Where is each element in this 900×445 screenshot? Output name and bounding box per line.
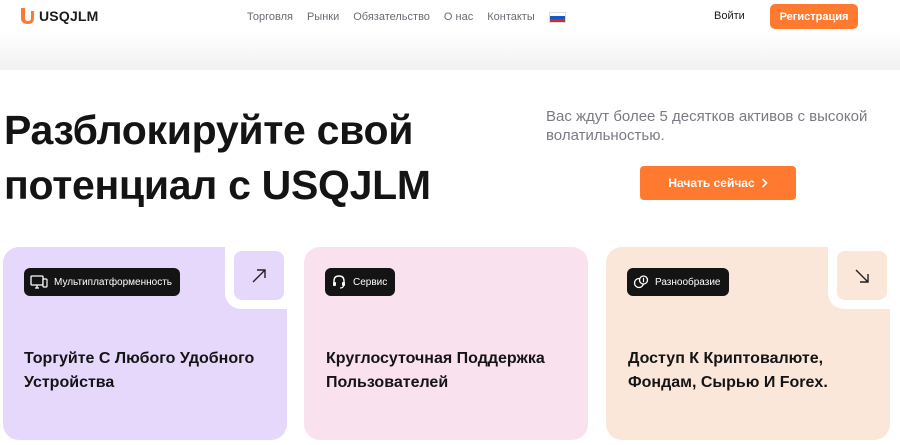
logo-mark-icon xyxy=(21,8,34,24)
top-navigation-bar: USQJLM Торговля Рынки Обязательство О на… xyxy=(0,0,900,70)
monitor-icon xyxy=(30,275,48,289)
card-corner-notch xyxy=(225,245,289,309)
nav-item-commitment[interactable]: Обязательство xyxy=(353,11,430,23)
nav-item-markets[interactable]: Рынки xyxy=(307,11,339,23)
feature-badge: Мультиплатформенность xyxy=(24,268,181,296)
hero-subtitle: Вас ждут более 5 десятков активов с высо… xyxy=(546,108,868,144)
feature-badge-label: Разнообразие xyxy=(655,276,721,288)
feature-badge-label: Сервис xyxy=(353,276,388,288)
feature-badge-label: Мультиплатформенность xyxy=(54,276,173,288)
russia-flag-icon[interactable] xyxy=(548,11,566,23)
register-button[interactable]: Регистрация xyxy=(770,4,858,29)
hero-title: Разблокируйте свой потенциал с USQJLM xyxy=(4,103,474,213)
card-arrow-button[interactable] xyxy=(837,251,887,300)
start-now-button[interactable]: Начать сейчас xyxy=(640,166,796,200)
login-link[interactable]: Войти xyxy=(714,10,745,22)
arrow-down-right-icon xyxy=(855,269,869,283)
nav-item-about[interactable]: О нас xyxy=(444,11,473,23)
hero-title-line-2: потенциал с USQJLM xyxy=(4,162,431,208)
logo-text: USQJLM xyxy=(39,8,99,24)
coins-icon xyxy=(633,275,649,289)
card-corner-notch xyxy=(828,245,892,309)
feature-badge: Сервис xyxy=(325,268,396,296)
feature-card-variety: Разнообразие Доступ К Криптовалюте, Фонд… xyxy=(606,245,892,440)
start-now-label: Начать сейчас xyxy=(668,176,755,190)
chevron-right-icon xyxy=(761,178,768,188)
card-arrow-button[interactable] xyxy=(234,251,284,300)
feature-card-multiplatform: Мультиплатформенность Торгуйте С Любого … xyxy=(3,245,289,440)
logo[interactable]: USQJLM xyxy=(20,6,99,26)
arrow-up-right-icon xyxy=(252,268,266,282)
nav-item-trading[interactable]: Торговля xyxy=(247,11,293,23)
feature-card-text: Торгуйте С Любого Удобного Устройства xyxy=(24,350,255,391)
main-nav: Торговля Рынки Обязательство О нас Конта… xyxy=(247,10,566,24)
headset-icon xyxy=(333,275,345,289)
feature-card-service: Сервис Круглосуточная Поддержка Пользова… xyxy=(304,247,588,440)
feature-card-text: Круглосуточная Поддержка Пользователей xyxy=(326,350,545,391)
nav-item-contacts[interactable]: Контакты xyxy=(487,11,535,23)
feature-badge: Разнообразие xyxy=(627,268,729,296)
feature-card-text: Доступ К Криптовалюте, Фондам, Сырью И F… xyxy=(628,350,828,391)
hero-title-line-1: Разблокируйте свой xyxy=(4,107,414,153)
